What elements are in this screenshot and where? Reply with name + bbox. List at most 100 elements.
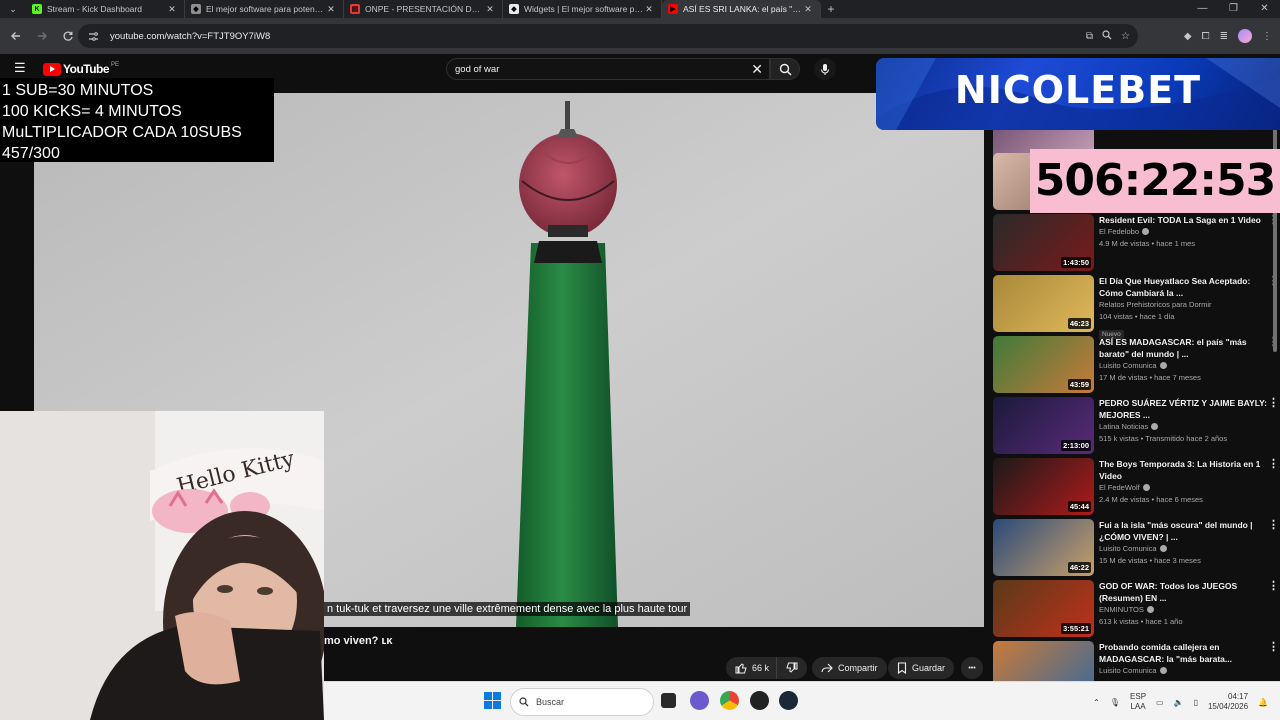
tab-favicon-icon: K [32, 4, 42, 14]
channel-name[interactable]: Latina Noticias [1099, 422, 1148, 431]
close-tab-icon[interactable]: ✕ [325, 4, 337, 15]
close-window-button[interactable]: ✕ [1249, 0, 1280, 18]
tab-search-button[interactable]: ⌄ [0, 0, 26, 18]
discord-icon[interactable] [690, 691, 709, 710]
video-thumbnail[interactable]: 3:55:21 [993, 580, 1094, 637]
video-title[interactable]: ASÍ ES MADAGASCAR: el país "más barato" … [1099, 336, 1271, 360]
channel-line: Luisito Comunica [1099, 543, 1271, 555]
battery-icon[interactable]: ▯ [1194, 698, 1198, 707]
video-title[interactable]: Probando comida callejera en MADAGASCAR:… [1099, 641, 1271, 665]
forward-button[interactable] [30, 24, 54, 48]
browser-tab[interactable]: K Stream - Kick Dashboard ✕ [26, 0, 185, 18]
video-thumbnail[interactable]: 45:44 [993, 458, 1094, 515]
video-title[interactable]: PEDRO SUÁREZ VÉRTIZ Y JAIME BAYLY: MEJOR… [1099, 397, 1271, 421]
system-tray: ⌃ 🎙 ESP LAA ▭ 🔈 ▯ 04:17 15/04/2026 🔔 [1093, 687, 1268, 717]
recommended-video[interactable]: 46:23 El Día Que Hueyatlaco Sea Aceptado:… [993, 275, 1280, 339]
search-button[interactable] [770, 58, 800, 80]
browser-tab[interactable]: ▶ ASÍ ES SRI LANKA: el país "más ✕ [662, 0, 821, 18]
voice-search-button[interactable] [814, 58, 836, 80]
recommended-video[interactable]: 3:55:21 GOD OF WAR: Todos los JUEGOS (Res… [993, 580, 1280, 638]
recommended-video[interactable]: 45:44 The Boys Temporada 3: La Historia e… [993, 458, 1280, 516]
channel-name[interactable]: ENMINUTOS [1099, 605, 1144, 614]
steam-icon[interactable] [779, 691, 798, 710]
recommended-video[interactable]: 43:59 ASÍ ES MADAGASCAR: el país "más bar… [993, 336, 1280, 394]
video-title[interactable]: The Boys Temporada 3: La Historia en 1 V… [1099, 458, 1271, 482]
taskbar-search-box[interactable]: Buscar [510, 688, 654, 716]
address-bar[interactable]: youtube.com/watch?v=FTJT9OY7iW8 ⧉ ☆ [78, 24, 1138, 48]
zoom-icon[interactable] [1102, 29, 1112, 43]
dislike-button[interactable] [777, 657, 808, 679]
channel-line: Luisito Comunica [1099, 665, 1271, 677]
window-controls: — ❐ ✕ [1187, 0, 1280, 18]
search-icon [519, 697, 529, 707]
recommended-video[interactable]: 1:43:50 Resident Evil: TODA La Saga en 1 … [993, 214, 1280, 272]
channel-name[interactable]: Luisito Comunica [1099, 544, 1157, 553]
file-explorer-icon[interactable] [661, 693, 676, 708]
clock-date: 15/04/2026 [1207, 702, 1249, 711]
video-info: Fui a la isla "más oscura" del mundo | ¿… [1099, 519, 1271, 567]
close-tab-icon[interactable]: ✕ [166, 4, 178, 15]
language-indicator[interactable]: ESP LAA [1130, 692, 1146, 712]
maximize-button[interactable]: ❐ [1218, 0, 1249, 18]
obs-icon[interactable] [750, 691, 769, 710]
back-button[interactable] [4, 24, 28, 48]
video-thumbnail[interactable]: 46:22 [993, 519, 1094, 576]
more-actions-wrap: ••• [961, 657, 983, 679]
clock[interactable]: 04:17 15/04/2026 [1208, 692, 1248, 712]
view-count-age: 515 k vistas • Transmitido hace 2 años [1099, 434, 1228, 443]
video-thumbnail[interactable]: 1:43:50 [993, 214, 1094, 271]
chrome-menu-icon[interactable]: ⋮ [1262, 31, 1272, 42]
microphone-icon [820, 63, 830, 75]
browser-tab[interactable]: ◆ El mejor software para potenciar ✕ [185, 0, 344, 18]
site-info-icon[interactable] [86, 29, 100, 43]
extension-diamond-icon[interactable]: ◆ [1184, 31, 1192, 42]
new-tab-button[interactable]: + [821, 2, 841, 16]
close-tab-icon[interactable]: ✕ [484, 4, 496, 15]
search-input[interactable]: god of war ✕ [446, 58, 770, 80]
volume-icon[interactable]: 🔈 [1174, 698, 1184, 707]
video-thumbnail[interactable]: 2:13:00 [993, 397, 1094, 454]
recommended-video[interactable]: 2:13:00 PEDRO SUÁREZ VÉRTIZ Y JAIME BAYLY… [993, 397, 1280, 455]
microphone-tray-icon[interactable]: 🎙 [1110, 698, 1120, 707]
video-thumbnail[interactable]: 46:23 [993, 275, 1094, 332]
browser-tab[interactable]: ▤ ONPE - PRESENTACIÓN DE RES ✕ [344, 0, 503, 18]
reload-button[interactable] [56, 24, 80, 48]
video-title[interactable]: Fui a la isla "más oscura" del mundo | ¿… [1099, 519, 1271, 543]
clear-search-icon[interactable]: ✕ [751, 61, 763, 77]
goal-line: 1 SUB=30 MINUTOS [2, 82, 154, 99]
menu-hamburger-icon[interactable]: ☰ [14, 61, 28, 74]
like-button[interactable]: 66 k [726, 657, 778, 679]
channel-name[interactable]: Luisito Comunica [1099, 361, 1157, 370]
channel-name[interactable]: El Fedelobo [1099, 227, 1139, 236]
windows-start-icon[interactable] [484, 692, 501, 709]
video-title[interactable]: El Día Que Hueyatlaco Sea Aceptado: Cómo… [1099, 275, 1271, 299]
chrome-icon[interactable] [720, 691, 739, 710]
recommended-video[interactable]: Probando comida callejera en MADAGASCAR:… [993, 641, 1280, 682]
profile-avatar[interactable] [1238, 29, 1252, 43]
video-title[interactable]: Resident Evil: TODA La Saga en 1 Video [1099, 214, 1271, 226]
youtube-logo[interactable]: YouTube PE [43, 62, 119, 76]
install-app-icon[interactable]: ⧉ [1086, 31, 1093, 42]
video-thumbnail[interactable]: 43:59 [993, 336, 1094, 393]
channel-name[interactable]: Relatos Prehistoricos para Dormir [1099, 300, 1212, 309]
channel-line: El FedeWolf [1099, 482, 1271, 494]
close-tab-icon[interactable]: ✕ [643, 4, 655, 15]
video-title[interactable]: GOD OF WAR: Todos los JUEGOS (Resumen) E… [1099, 580, 1271, 604]
network-icon[interactable]: ▭ [1156, 698, 1164, 707]
video-thumbnail[interactable] [993, 641, 1094, 682]
save-button[interactable]: Guardar [888, 657, 955, 679]
media-playlist-icon[interactable]: ≣ [1220, 31, 1228, 42]
recommended-video[interactable]: 46:22 Fui a la isla "más oscura" del mund… [993, 519, 1280, 577]
browser-tab[interactable]: ◆ Widgets | El mejor software para ✕ [503, 0, 662, 18]
extensions-puzzle-icon[interactable]: ⧠ [1202, 31, 1210, 42]
chevron-up-icon[interactable]: ⌃ [1093, 698, 1100, 707]
share-button[interactable]: Compartir [812, 657, 887, 679]
verified-check-icon [1159, 667, 1167, 674]
close-tab-icon[interactable]: ✕ [802, 4, 814, 15]
minimize-button[interactable]: — [1187, 0, 1218, 18]
channel-name[interactable]: El FedeWolf [1099, 483, 1140, 492]
notifications-icon[interactable]: 🔔 [1258, 698, 1268, 707]
more-actions-button[interactable]: ••• [961, 657, 983, 679]
channel-name[interactable]: Luisito Comunica [1099, 666, 1157, 675]
bookmark-star-icon[interactable]: ☆ [1121, 31, 1130, 42]
